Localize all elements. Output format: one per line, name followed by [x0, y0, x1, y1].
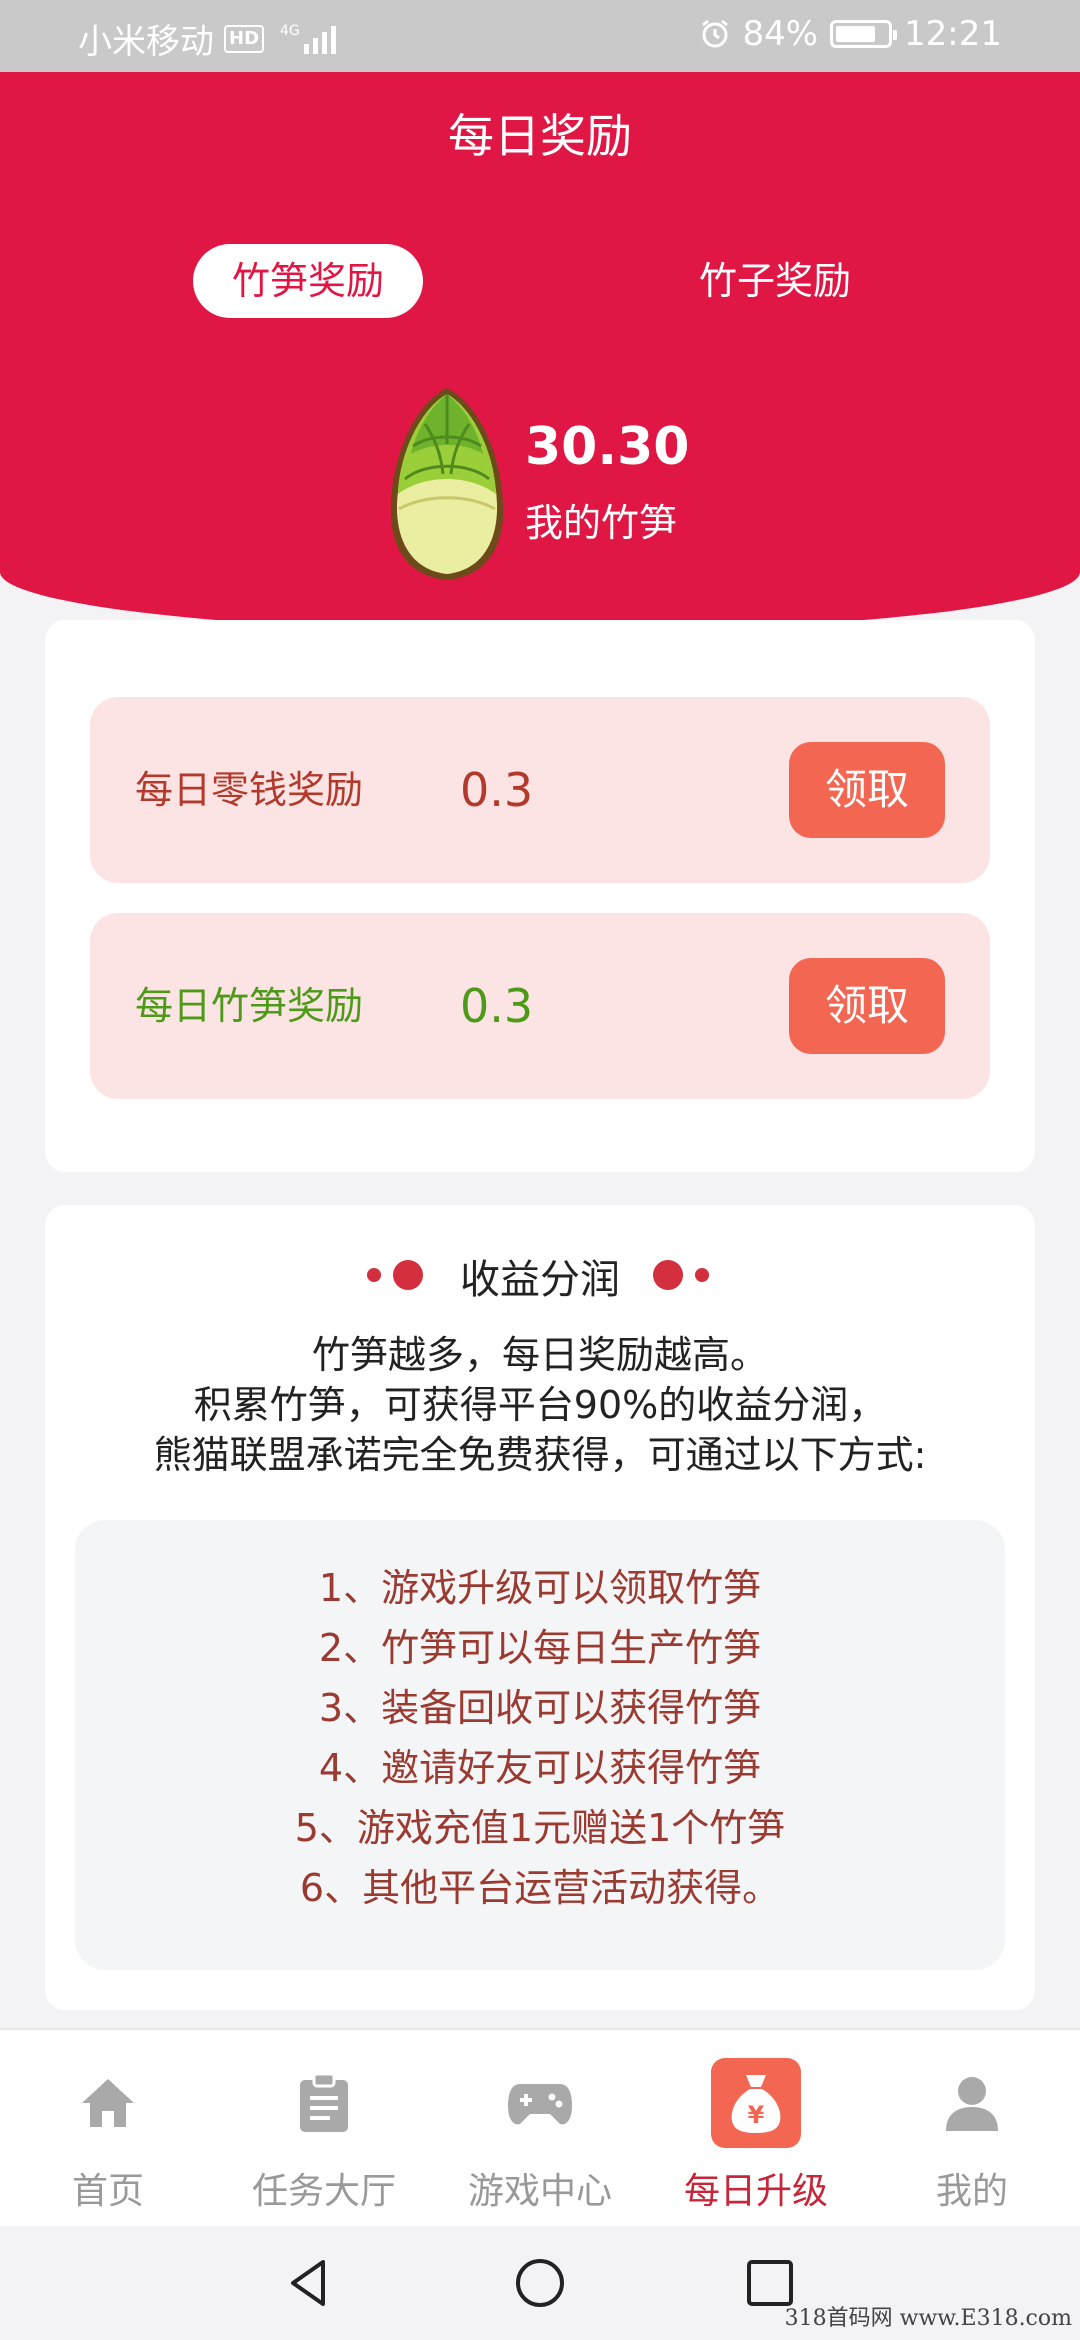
gamepad-icon — [495, 2058, 585, 2148]
reward-amount: 0.3 — [460, 979, 534, 1033]
battery-icon — [830, 20, 898, 48]
reward-label: 每日竹笋奖励 — [135, 984, 364, 1028]
profit-share-description: 竹笋越多，每日奖励越高。 积累竹笋，可获得平台90%的收益分润， 熊猫联盟承诺完… — [45, 1330, 1035, 1480]
nav-label: 任务大厅 — [251, 2171, 396, 2212]
list-item: 5、游戏充值1元赠送1个竹笋 — [294, 1806, 786, 1850]
reward-label: 每日零钱奖励 — [135, 768, 364, 812]
list-item: 6、其他平台运营活动获得。 — [299, 1866, 781, 1910]
earn-ways-list: 1、游戏升级可以领取竹笋 2、竹笋可以每日生产竹笋 3、装备回收可以获得竹笋 4… — [75, 1520, 1005, 1970]
tab-bamboo-reward[interactable]: 竹子奖励 — [660, 244, 890, 318]
daily-shoot-reward-row: 每日竹笋奖励 0.3 领取 — [90, 913, 990, 1099]
description-line: 竹笋越多，每日奖励越高。 — [311, 1333, 768, 1377]
daily-cash-reward-row: 每日零钱奖励 0.3 领取 — [90, 697, 990, 883]
nav-home[interactable]: 首页 — [0, 2030, 216, 2226]
network-type: 4G — [280, 22, 300, 39]
signal-icon: 4G — [280, 24, 336, 54]
header: 每日奖励 竹笋奖励 竹子奖励 30.30 我的竹笋 — [0, 72, 1080, 632]
status-bar: 小米移动 HD 4G 84% 12:21 — [0, 0, 1080, 72]
tab-bamboo-shoot-reward[interactable]: 竹笋奖励 — [193, 244, 423, 318]
svg-text:¥: ¥ — [748, 2101, 765, 2129]
bamboo-shoot-balance: 30.30 — [525, 417, 690, 477]
list-item: 2、竹笋可以每日生产竹笋 — [318, 1626, 762, 1670]
status-bar-right: 84% 12:21 — [700, 14, 1002, 54]
bamboo-shoot-icon — [390, 388, 504, 580]
clipboard-icon — [279, 2058, 369, 2148]
nav-game-center[interactable]: 游戏中心 — [432, 2030, 648, 2226]
clock: 12:21 — [904, 14, 1002, 54]
system-nav-bar: 318首码网 www.E318.com — [0, 2226, 1080, 2340]
alarm-icon — [702, 19, 729, 48]
bamboo-shoot-balance-label: 我的竹笋 — [525, 501, 678, 545]
profit-share-title: 收益分润 — [460, 1257, 620, 1303]
nav-label: 首页 — [71, 2171, 144, 2212]
back-icon[interactable] — [283, 2256, 337, 2310]
nav-mine[interactable]: 我的 — [864, 2030, 1080, 2226]
description-line: 积累竹笋，可获得平台90%的收益分润， — [193, 1383, 887, 1427]
list-item: 4、邀请好友可以获得竹笋 — [318, 1746, 762, 1790]
claim-shoot-button[interactable]: 领取 — [789, 958, 945, 1054]
home-circle-icon[interactable] — [513, 2256, 567, 2310]
bottom-nav: 首页 任务大厅 游戏中心 ¥ 每日升级 我的 — [0, 2028, 1080, 2226]
money-bag-icon: ¥ — [711, 2058, 801, 2148]
reward-amount: 0.3 — [460, 763, 534, 817]
page-title: 每日奖励 — [448, 109, 632, 163]
list-item: 3、装备回收可以获得竹笋 — [318, 1686, 762, 1730]
watermark: 318首码网 www.E318.com — [784, 2306, 1072, 2331]
nav-label: 我的 — [935, 2171, 1008, 2212]
user-icon — [927, 2058, 1017, 2148]
battery-percent: 84% — [742, 14, 819, 54]
nav-label: 游戏中心 — [467, 2171, 612, 2212]
nav-daily-upgrade[interactable]: ¥ 每日升级 — [648, 2030, 864, 2226]
hd-badge: HD — [224, 24, 265, 53]
description-line: 熊猫联盟承诺完全免费获得，可通过以下方式: — [153, 1433, 927, 1477]
home-icon — [63, 2058, 153, 2148]
nav-label: 每日升级 — [683, 2171, 828, 2212]
list-item: 1、游戏升级可以领取竹笋 — [318, 1566, 762, 1610]
carrier-name: 小米移动 — [78, 22, 214, 62]
claim-cash-button[interactable]: 领取 — [789, 742, 945, 838]
nav-task-hall[interactable]: 任务大厅 — [216, 2030, 432, 2226]
status-bar-left: 小米移动 HD 4G — [78, 14, 336, 63]
daily-rewards-card: 每日零钱奖励 0.3 领取 每日竹笋奖励 0.3 领取 — [45, 620, 1035, 1172]
profit-share-card: 收益分润 竹笋越多，每日奖励越高。 积累竹笋，可获得平台90%的收益分润， 熊猫… — [45, 1205, 1035, 2010]
